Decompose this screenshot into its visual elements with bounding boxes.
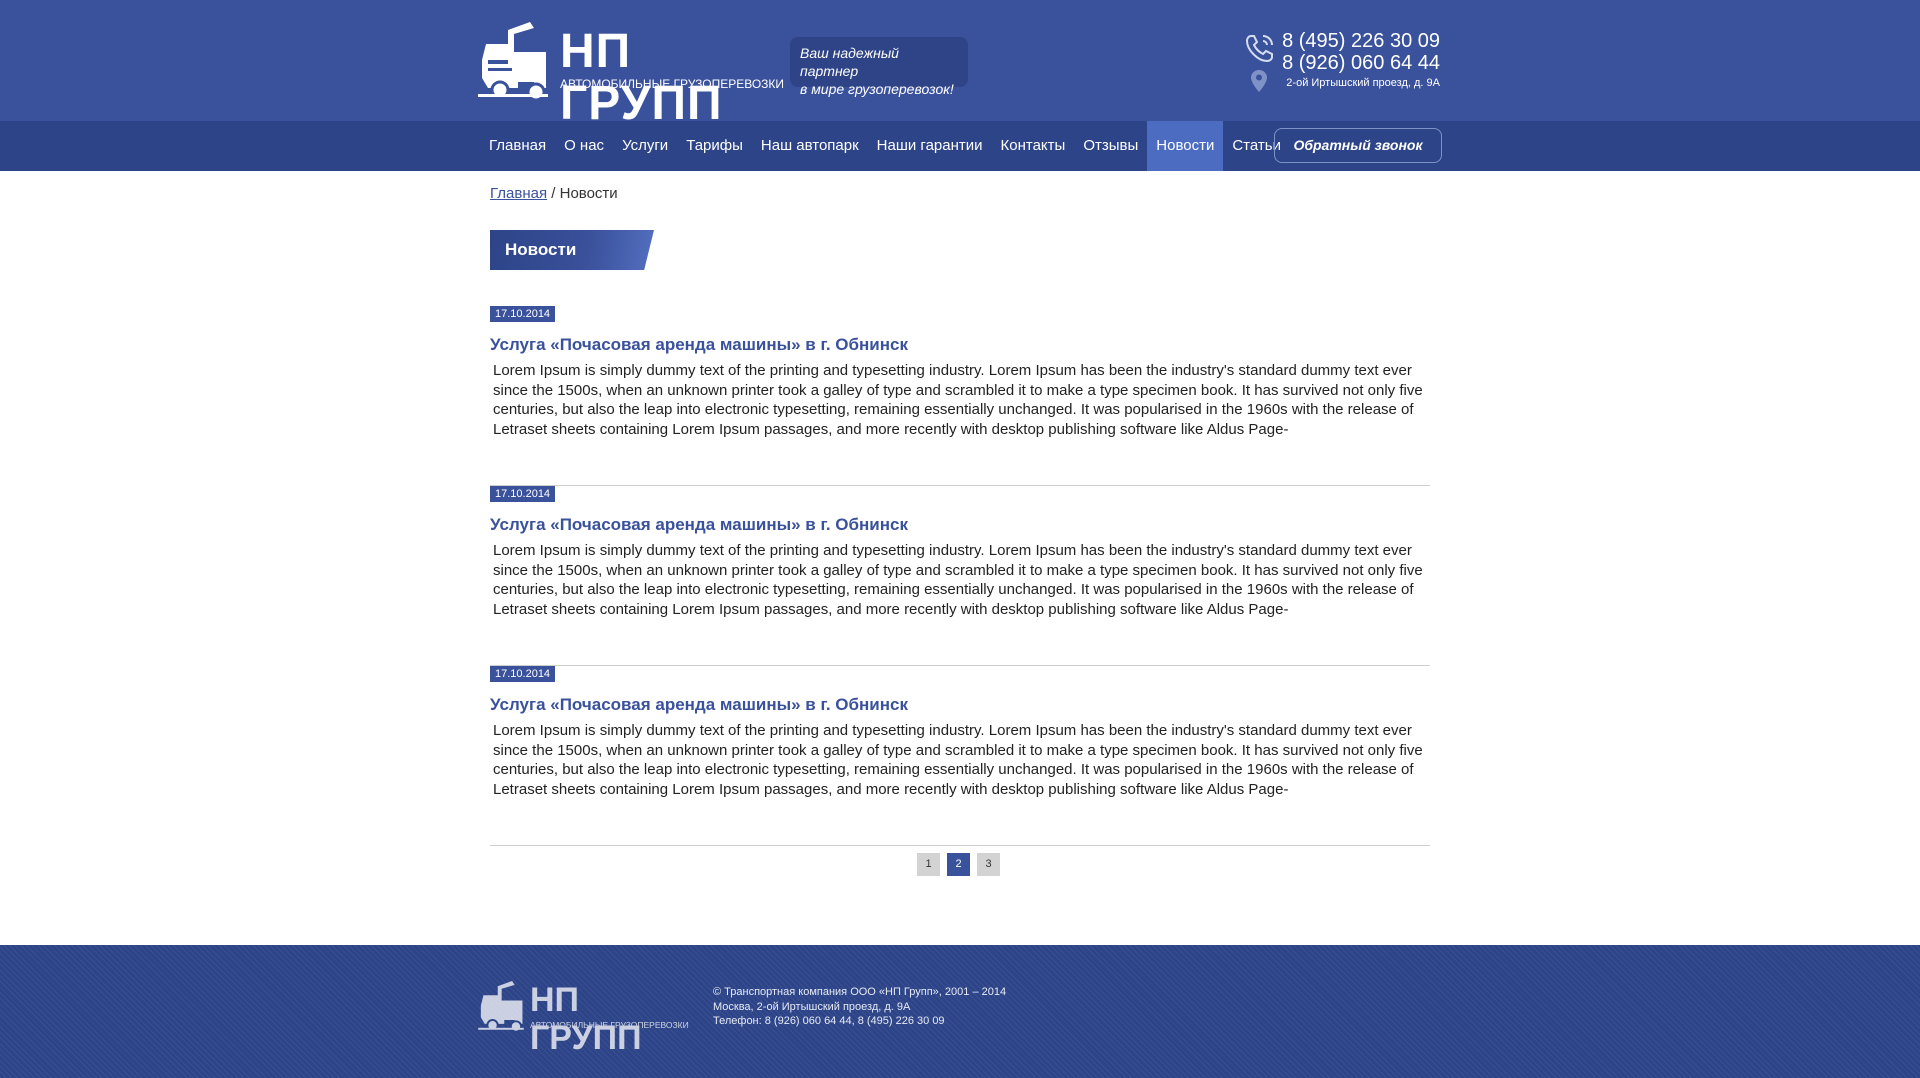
news-excerpt: Lorem Ipsum is simply dummy text of the … — [493, 542, 1423, 618]
news-item: 17.10.2014 Услуга «Почасовая аренда маши… — [490, 666, 1430, 846]
callback-button[interactable]: Обратный звонок — [1274, 128, 1442, 163]
nav-item-news[interactable]: Новости — [1147, 121, 1224, 171]
pagination: 1 2 3 — [917, 853, 1000, 876]
page-button-2[interactable]: 2 — [947, 853, 970, 876]
nav-item-reviews[interactable]: Отзывы — [1074, 121, 1147, 171]
page-button-1[interactable]: 1 — [917, 853, 940, 876]
news-date: 17.10.2014 — [490, 486, 556, 502]
news-item: 17.10.2014 Услуга «Почасовая аренда маши… — [490, 306, 1430, 486]
phone-icon — [1245, 35, 1273, 63]
nav-item-about[interactable]: О нас — [555, 121, 613, 171]
nav-item-tariffs[interactable]: Тарифы — [677, 121, 752, 171]
news-list: 17.10.2014 Услуга «Почасовая аренда маши… — [490, 306, 1430, 846]
slogan-line-1: Ваш надежный партнер — [800, 45, 899, 79]
news-date: 17.10.2014 — [490, 666, 556, 682]
truck-icon — [478, 981, 524, 1033]
footer-logo-title: НП ГРУПП — [530, 981, 642, 1057]
map-pin-icon — [1251, 70, 1267, 92]
news-title-link[interactable]: Услуга «Почасовая аренда машины» в г. Об… — [490, 695, 908, 715]
news-title-link[interactable]: Услуга «Почасовая аренда машины» в г. Об… — [490, 335, 908, 355]
footer-phones: Телефон: 8 (926) 060 64 44, 8 (495) 226 … — [713, 1015, 945, 1027]
breadcrumb-home-link[interactable]: Главная — [490, 185, 547, 202]
slogan-badge: Ваш надежный партнер в мире грузоперевоз… — [790, 37, 968, 97]
page-button-3[interactable]: 3 — [977, 853, 1000, 876]
nav-item-home[interactable]: Главная — [480, 121, 555, 171]
main-nav: Главная О нас Услуги Тарифы Наш автопарк… — [0, 121, 1920, 171]
footer-logo[interactable]: НП ГРУПП АВТОМОБИЛЬНЫЕ ГРУЗОПЕРЕВОЗКИ — [478, 981, 689, 1057]
header-address: 2-ой Иртышский проезд, д. 9А — [1286, 77, 1440, 89]
news-excerpt: Lorem Ipsum is simply dummy text of the … — [493, 362, 1423, 438]
breadcrumb-separator: / — [547, 185, 560, 202]
site-logo[interactable]: НП ГРУПП АВТОМОБИЛЬНЫЕ ГРУЗОПЕРЕВОЗКИ — [478, 22, 784, 130]
breadcrumb-current: Новости — [559, 185, 618, 202]
news-title-link[interactable]: Услуга «Почасовая аренда машины» в г. Об… — [490, 515, 908, 535]
nav-item-fleet[interactable]: Наш автопарк — [752, 121, 868, 171]
news-excerpt: Lorem Ipsum is simply dummy text of the … — [493, 722, 1423, 798]
footer-copyright: © Транспортная компания ООО «НП Групп», … — [713, 986, 1007, 998]
phone-2[interactable]: 8 (926) 060 64 44 — [1282, 52, 1440, 74]
phone-1[interactable]: 8 (495) 226 30 09 — [1282, 30, 1440, 52]
truck-icon — [478, 22, 548, 102]
news-date: 17.10.2014 — [490, 306, 556, 322]
site-footer: НП ГРУПП АВТОМОБИЛЬНЫЕ ГРУЗОПЕРЕВОЗКИ © … — [0, 945, 1920, 1078]
footer-logo-subtitle: АВТОМОБИЛЬНЫЕ ГРУЗОПЕРЕВОЗКИ — [530, 1020, 689, 1030]
phone-numbers: 8 (495) 226 30 09 8 (926) 060 64 44 — [1282, 30, 1440, 74]
nav-item-contacts[interactable]: Контакты — [992, 121, 1075, 171]
page-title: Новости — [490, 230, 654, 270]
breadcrumb: Главная / Новости — [490, 185, 618, 202]
nav-item-services[interactable]: Услуги — [613, 121, 677, 171]
slogan-line-2: в мире грузоперевозок! — [800, 81, 954, 97]
news-item: 17.10.2014 Услуга «Почасовая аренда маши… — [490, 486, 1430, 666]
nav-menu: Главная О нас Услуги Тарифы Наш автопарк… — [480, 121, 1290, 171]
footer-info: © Транспортная компания ООО «НП Групп», … — [713, 985, 1006, 1029]
nav-item-guarantees[interactable]: Наши гарантии — [868, 121, 992, 171]
footer-address: Москва, 2-ой Иртышский проезд, д. 9А — [713, 1000, 911, 1013]
logo-subtitle: АВТОМОБИЛЬНЫЕ ГРУЗОПЕРЕВОЗКИ — [560, 77, 785, 91]
site-header: НП ГРУПП АВТОМОБИЛЬНЫЕ ГРУЗОПЕРЕВОЗКИ Ва… — [0, 0, 1920, 130]
